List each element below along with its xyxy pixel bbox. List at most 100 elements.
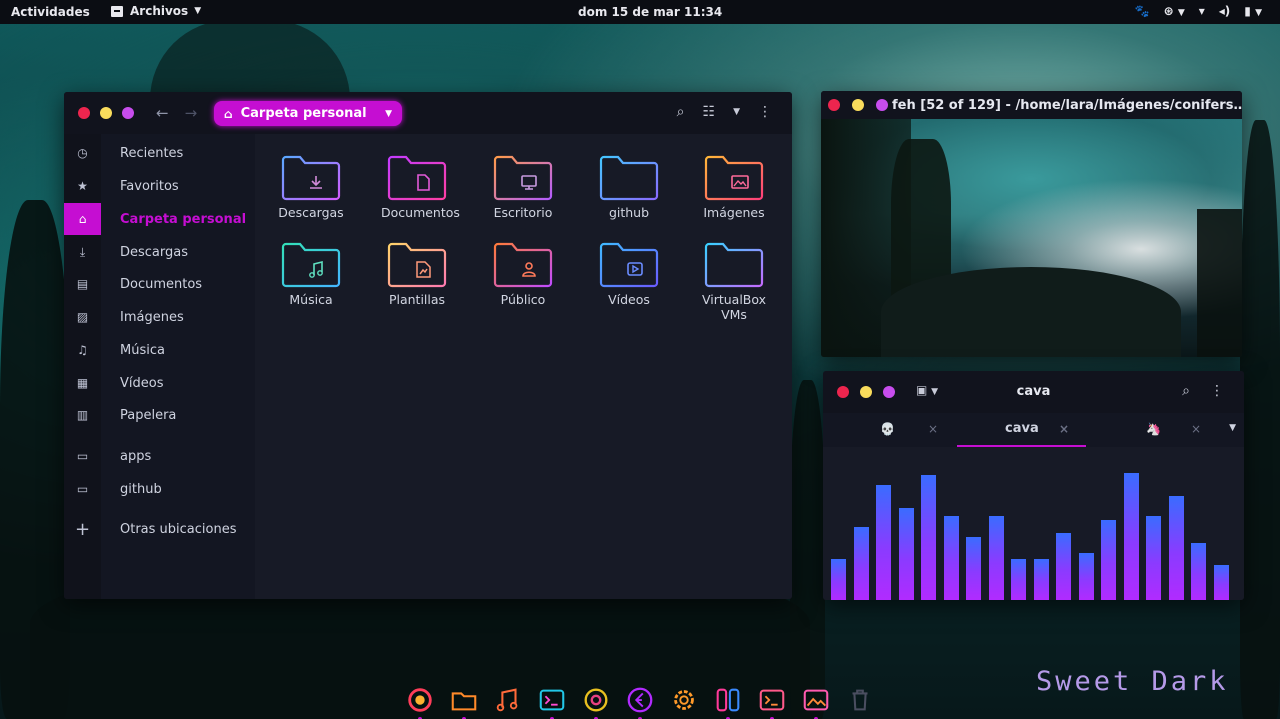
breadcrumb[interactable]: ⌂ Carpeta personal ▼ <box>214 101 402 126</box>
sidebar-item-label: Papelera <box>120 407 177 423</box>
switch-icon <box>716 688 740 711</box>
chevron-down-icon[interactable]: ▼ <box>1229 423 1236 433</box>
visualizer-bar <box>876 485 891 600</box>
sidebar-item[interactable]: ◷ Recientes <box>64 137 255 169</box>
folder-label: Escritorio <box>493 205 553 220</box>
minimize-button[interactable] <box>852 99 864 111</box>
battery-icon: ▮ ▼ <box>1244 4 1262 18</box>
visualizer-bar <box>943 516 959 600</box>
dock-item[interactable] <box>492 684 524 716</box>
dock-item[interactable] <box>756 684 788 719</box>
sidebar-item-label: Otras ubicaciones <box>120 521 237 537</box>
dock-item[interactable] <box>844 684 876 716</box>
visualizer-bar <box>1056 533 1071 600</box>
folder-label: Vídeos <box>608 292 650 307</box>
close-tab-icon[interactable]: × <box>1059 413 1069 445</box>
sidebar-item[interactable]: ▭ apps <box>64 440 255 472</box>
dock-item[interactable] <box>712 684 744 719</box>
close-button[interactable] <box>78 107 90 119</box>
dock-item[interactable] <box>624 684 656 719</box>
folder-icon: ▭ <box>76 449 89 463</box>
film-icon: ▦ <box>76 376 89 390</box>
trash-icon: ▥ <box>76 408 89 422</box>
sidebar-item[interactable]: ▤ Documentos <box>64 268 255 300</box>
files-window: ← → ⌂ Carpeta personal ▼ ⌕ ☷ ▼ ⋮ ◷ Recien… <box>64 92 792 599</box>
folder-item[interactable]: Escritorio <box>473 154 573 220</box>
cava-terminal-window: ▣ ▼ cava ⌕ ⋮ 💀 × cava × 🦄 × ▼ <box>823 371 1244 600</box>
menu-icon[interactable]: ⋮ <box>1210 383 1224 399</box>
visualizer-bar <box>1191 543 1206 600</box>
sidebar-item[interactable]: ▭ github <box>64 473 255 505</box>
sidebar-item[interactable]: ▦ Vídeos <box>64 367 255 399</box>
file-view: Descargas Documentos Escritorio github Imáge… <box>255 134 792 599</box>
clock[interactable]: dom 15 de mar 11:34 <box>578 5 722 19</box>
sidebar-item-label: Documentos <box>120 276 203 292</box>
wifi-icon: ▾ <box>1198 4 1205 18</box>
dock-item[interactable] <box>800 684 832 719</box>
activities-button[interactable]: Actividades <box>11 5 90 19</box>
sidebar-item[interactable]: ▨ Imágenes <box>64 301 255 333</box>
visualizer-bar <box>1078 553 1094 600</box>
maximize-button[interactable] <box>122 107 134 119</box>
app-menu[interactable]: Archivos ▼ <box>110 4 201 18</box>
tab-label: 🦄 <box>1146 422 1161 436</box>
minimize-button[interactable] <box>100 107 112 119</box>
home-icon: ⌂ <box>64 203 101 235</box>
back-arrow-icon[interactable]: ← <box>156 104 169 122</box>
accessibility-icon[interactable]: ⊛ ▼ <box>1164 4 1185 18</box>
sidebar-item[interactable]: ⌂ Carpeta personal <box>64 203 255 235</box>
tab-label: 💀 <box>880 422 895 436</box>
chevron-down-icon[interactable]: ▼ <box>733 104 740 120</box>
folder-item[interactable]: Música <box>261 241 361 307</box>
dock-item[interactable] <box>668 684 700 716</box>
videos-folder-icon <box>599 242 659 288</box>
folder-item[interactable]: Documentos <box>367 154 467 220</box>
tab-skull[interactable]: 💀 × <box>823 413 955 447</box>
folder-label: Imágenes <box>703 205 765 220</box>
visualizer-bar <box>1146 516 1161 600</box>
tab-cava[interactable]: cava × <box>957 413 1086 447</box>
files-icon <box>111 5 123 17</box>
folder-item[interactable]: github <box>579 154 679 220</box>
visualizer-bar <box>1011 559 1026 600</box>
trash-icon <box>852 689 868 710</box>
desktop-folder-icon <box>493 155 553 201</box>
forward-arrow-icon[interactable]: → <box>185 104 198 122</box>
search-icon[interactable]: ⌕ <box>1182 383 1190 399</box>
pictures-folder-icon <box>704 155 764 201</box>
sidebar-item[interactable]: ⤓ Descargas <box>64 236 255 268</box>
maximize-button[interactable] <box>876 99 888 111</box>
sidebar-item-label: Descargas <box>120 244 189 260</box>
search-icon[interactable]: ⌕ <box>677 104 685 120</box>
paw-icon[interactable]: 🐾 <box>1135 4 1150 18</box>
folder-item[interactable]: Vídeos <box>579 241 679 307</box>
tree-silhouette <box>1240 120 1280 719</box>
terminal-icon <box>539 689 565 710</box>
tab-label: cava <box>1005 421 1039 436</box>
view-list-icon[interactable]: ☷ <box>703 104 716 120</box>
sidebar-item[interactable]: ▥ Papelera <box>64 399 255 431</box>
system-tray[interactable]: 🐾 ⊛ ▼ ▾ ◂) ▮ ▼ <box>1135 4 1262 18</box>
folder-item[interactable]: Plantillas <box>367 241 467 307</box>
folder-item[interactable]: Público <box>473 241 573 307</box>
dock-item[interactable] <box>580 684 612 719</box>
close-button[interactable] <box>828 99 840 111</box>
close-tab-icon[interactable]: × <box>1191 413 1201 445</box>
folder-label: Música <box>289 292 333 307</box>
close-tab-icon[interactable]: × <box>928 413 938 445</box>
dock-item[interactable] <box>536 684 568 719</box>
dock-item[interactable] <box>404 684 436 719</box>
sidebar-item-label: Favoritos <box>120 178 179 194</box>
menu-icon[interactable]: ⋮ <box>758 104 772 120</box>
folder-label: github <box>608 205 650 220</box>
header-tools: ⌕ ⋮ <box>1182 383 1224 399</box>
dock-item[interactable] <box>448 684 480 719</box>
sidebar-item[interactable]: ★ Favoritos <box>64 170 255 202</box>
sidebar-item[interactable]: + Otras ubicaciones <box>64 513 255 545</box>
folder-item[interactable]: Imágenes <box>684 154 784 220</box>
cava-headerbar: ▣ ▼ cava ⌕ ⋮ <box>823 371 1244 413</box>
folder-item[interactable]: Descargas <box>261 154 361 220</box>
folder-item[interactable]: VirtualBox VMs <box>684 241 784 322</box>
tab-unicorn[interactable]: 🦄 × <box>1088 413 1218 447</box>
sidebar-item[interactable]: ♫ Música <box>64 334 255 366</box>
